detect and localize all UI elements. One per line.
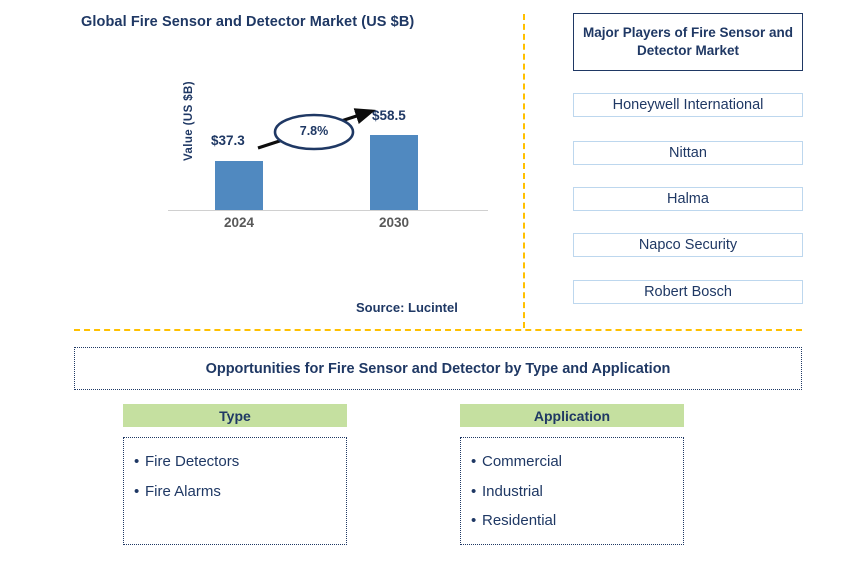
list-item: • Fire Detectors	[134, 447, 336, 477]
horizontal-divider	[74, 329, 802, 331]
player-item-nittan[interactable]: Nittan	[573, 141, 803, 165]
player-item-honeywell-international[interactable]: Honeywell International	[573, 93, 803, 117]
category-box-type: • Fire Detectors • Fire Alarms	[123, 437, 347, 545]
player-label: Honeywell International	[612, 97, 764, 113]
player-label: Napco Security	[638, 237, 738, 253]
player-label: Robert Bosch	[644, 284, 732, 300]
cagr-value: 7.8%	[299, 124, 329, 138]
category-box-application: • Commercial • Industrial • Residential	[460, 437, 684, 545]
player-label: Halma	[667, 191, 709, 207]
bullet-icon: •	[471, 482, 477, 500]
category-header-application: Application	[460, 404, 684, 427]
opportunities-banner: Opportunities for Fire Sensor and Detect…	[74, 347, 802, 390]
infographic-page: Global Fire Sensor and Detector Market (…	[0, 0, 868, 563]
player-label: Nittan	[669, 145, 707, 161]
list-item-label: Residential	[482, 512, 557, 530]
player-item-halma[interactable]: Halma	[573, 187, 803, 211]
list-item: • Residential	[471, 506, 673, 536]
player-item-napco-security[interactable]: Napco Security	[573, 233, 803, 257]
category-header-type: Type	[123, 404, 347, 427]
list-item-label: Commercial	[482, 453, 563, 470]
cagr-annotation	[257, 108, 376, 151]
major-players-header: Major Players of Fire Sensor and Detecto…	[573, 13, 803, 71]
bullet-icon: •	[134, 482, 140, 500]
bullet-icon: •	[471, 512, 477, 530]
bullet-icon: •	[134, 453, 140, 470]
bar-chart: Value (US $B) $37.3 $58.5 2024 2030 7.8%	[150, 81, 510, 240]
list-item: • Industrial	[471, 477, 673, 507]
list-item: • Commercial	[471, 447, 673, 477]
player-item-robert-bosch[interactable]: Robert Bosch	[573, 280, 803, 304]
vertical-divider	[523, 14, 525, 328]
list-item-label: Industrial	[482, 482, 543, 500]
source-label: Source: Lucintel	[356, 300, 458, 315]
chart-title: Global Fire Sensor and Detector Market (…	[81, 14, 415, 30]
list-item-label: Fire Detectors	[145, 453, 240, 470]
list-item-label: Fire Alarms	[145, 482, 221, 500]
list-item: • Fire Alarms	[134, 477, 336, 507]
bullet-icon: •	[471, 453, 477, 470]
